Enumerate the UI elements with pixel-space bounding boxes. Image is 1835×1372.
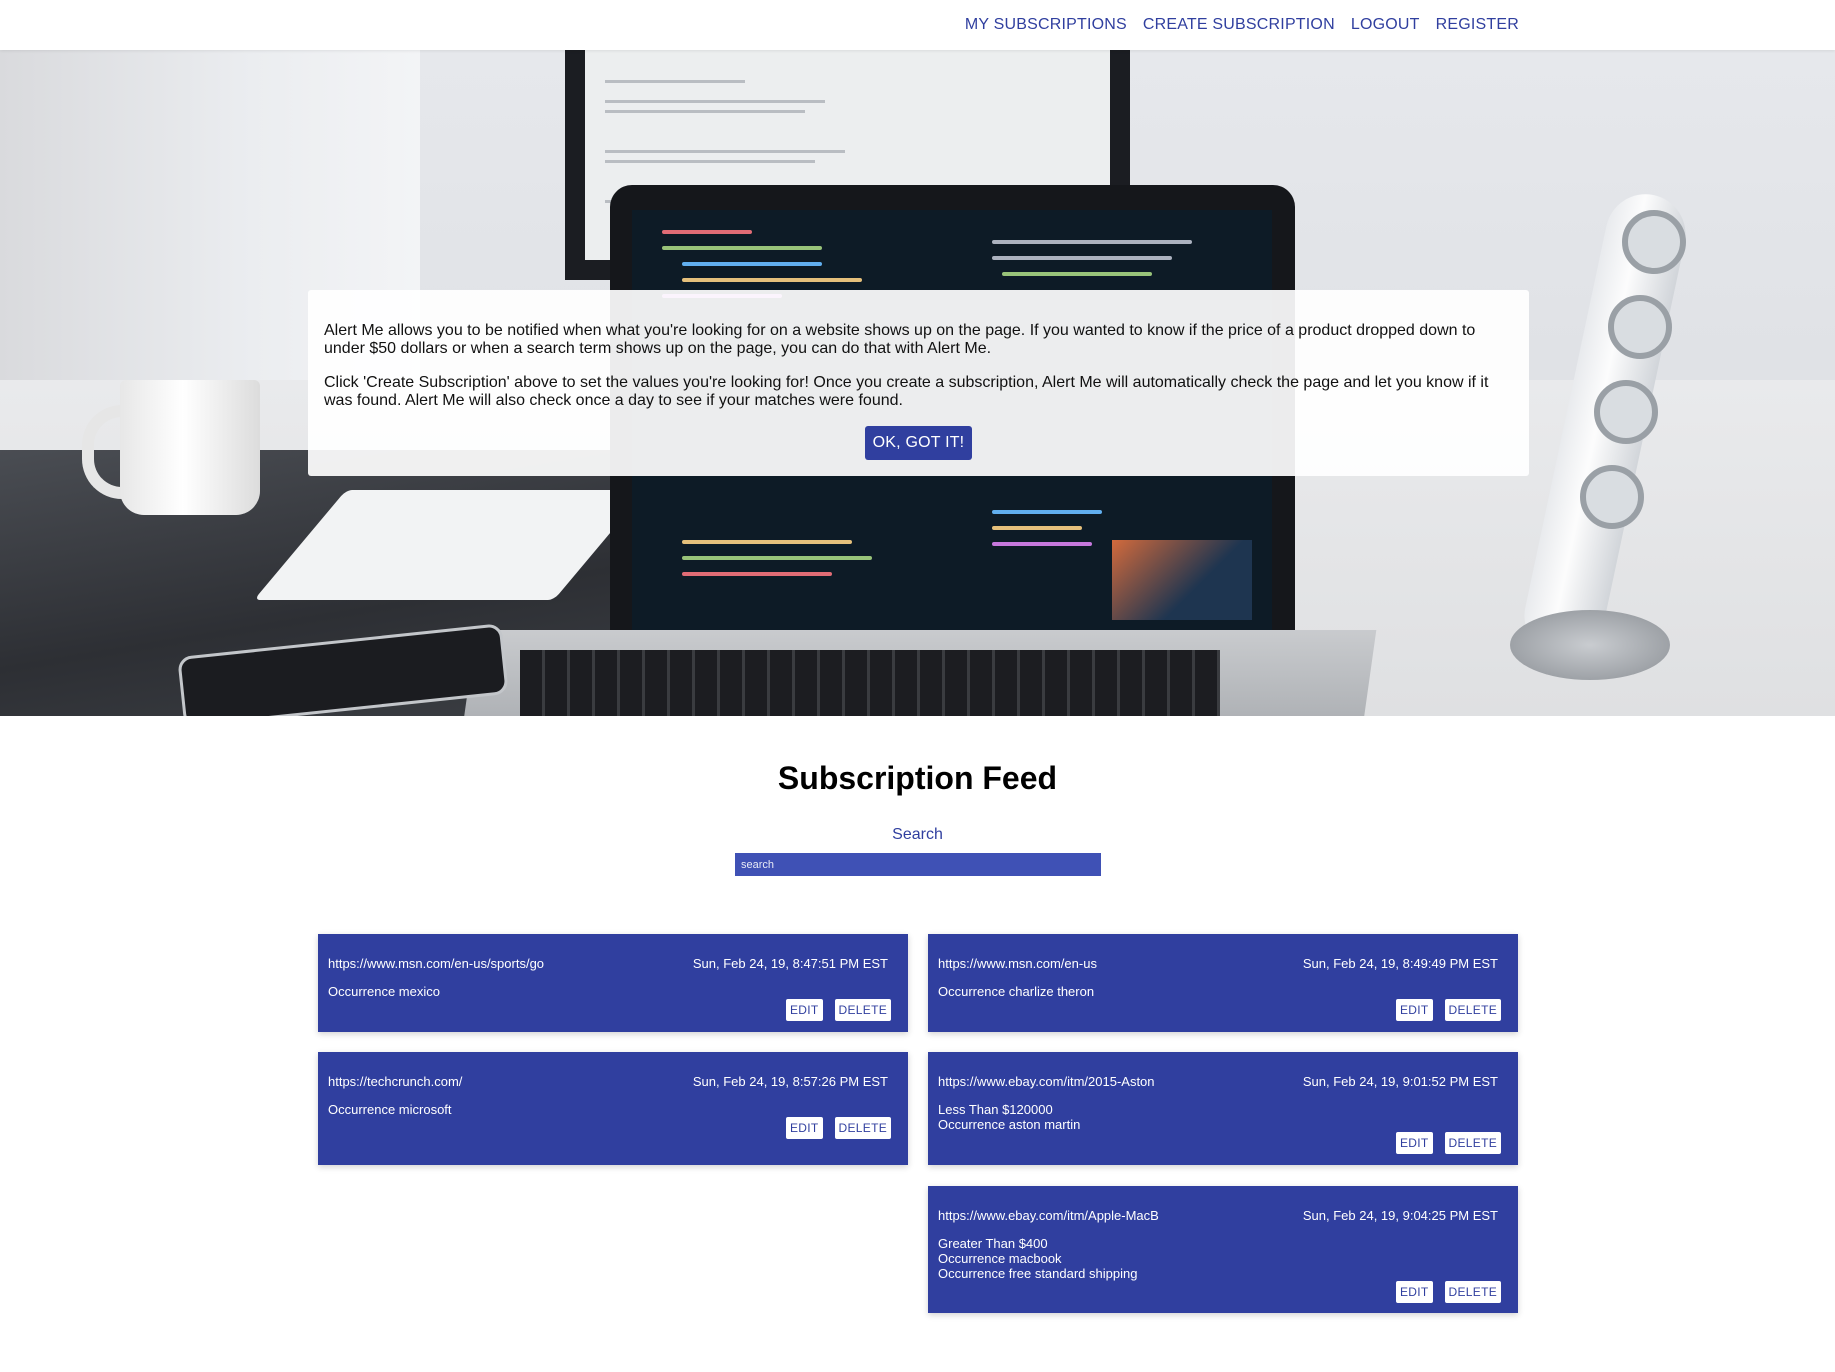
card-actions: EDIT DELETE	[328, 999, 891, 1021]
speaker-ring	[1594, 380, 1658, 444]
code-line	[992, 510, 1102, 514]
intro-paragraph-1: Alert Me allows you to be notified when …	[324, 322, 1476, 357]
doc-line	[605, 80, 745, 83]
code-line	[1002, 272, 1152, 276]
speaker-ring	[1608, 295, 1672, 359]
card-criteria-line: Occurrence mexico	[328, 984, 440, 999]
edit-button[interactable]: EDIT	[1395, 1281, 1433, 1303]
code-line	[682, 262, 822, 266]
card-url: https://www.ebay.com/itm/Apple-MacB	[938, 1208, 1159, 1223]
intro-paragraph-2: Click 'Create Subscription' above to set…	[324, 374, 1489, 409]
card-url: https://www.ebay.com/itm/2015-Aston	[938, 1074, 1155, 1089]
ok-got-it-button[interactable]: OK, GOT IT!	[864, 426, 973, 460]
code-line	[682, 556, 872, 560]
delete-button[interactable]: DELETE	[834, 999, 891, 1021]
card-criteria: Greater Than $400 Occurrence macbook Occ…	[938, 1236, 1508, 1281]
hero-mug	[120, 380, 260, 515]
delete-button[interactable]: DELETE	[834, 1117, 891, 1139]
code-line	[682, 572, 832, 576]
card-actions: EDIT DELETE	[328, 1117, 891, 1139]
code-line	[992, 542, 1092, 546]
code-line	[662, 246, 822, 250]
doc-line	[605, 100, 825, 103]
delete-button[interactable]: DELETE	[1444, 1281, 1501, 1303]
delete-button[interactable]: DELETE	[1444, 999, 1501, 1021]
card-header: https://www.msn.com/en-us/sports/go Sun,…	[328, 956, 898, 972]
edit-button[interactable]: EDIT	[1395, 999, 1433, 1021]
code-line	[992, 526, 1082, 530]
doc-line	[605, 160, 815, 163]
card-criteria: Occurrence microsoft	[328, 1102, 898, 1117]
card-header: https://techcrunch.com/ Sun, Feb 24, 19,…	[328, 1074, 898, 1090]
subscription-card: https://techcrunch.com/ Sun, Feb 24, 19,…	[318, 1052, 908, 1165]
card-criteria-line: Occurrence free standard shipping	[938, 1266, 1138, 1281]
nav-my-subscriptions-link[interactable]: MY SUBSCRIPTIONS	[965, 16, 1127, 34]
code-line	[992, 256, 1172, 260]
subscription-card: https://www.ebay.com/itm/Apple-MacB Sun,…	[928, 1186, 1518, 1313]
card-header: https://www.ebay.com/itm/2015-Aston Sun,…	[938, 1074, 1508, 1090]
card-criteria-line: Occurrence macbook	[938, 1251, 1062, 1266]
nav-create-subscription-link[interactable]: CREATE SUBSCRIPTION	[1143, 16, 1335, 34]
intro-button-wrap: OK, GOT IT!	[324, 426, 1513, 460]
card-criteria-line: Occurrence aston martin	[938, 1117, 1081, 1132]
subscription-card: https://www.msn.com/en-us/sports/go Sun,…	[318, 934, 908, 1032]
nav-logout-link[interactable]: LOGOUT	[1351, 16, 1420, 34]
code-line	[682, 540, 852, 544]
card-criteria: Less Than $120000 Occurrence aston marti…	[938, 1102, 1508, 1132]
search-label: Search	[892, 826, 943, 843]
card-actions: EDIT DELETE	[938, 999, 1501, 1021]
card-criteria: Occurrence mexico	[328, 984, 898, 999]
hero-laptop-keys	[520, 650, 1220, 716]
subscription-card: https://www.msn.com/en-us Sun, Feb 24, 1…	[928, 934, 1518, 1032]
delete-button[interactable]: DELETE	[1444, 1132, 1501, 1154]
card-actions: EDIT DELETE	[938, 1132, 1501, 1154]
code-line	[992, 240, 1192, 244]
page-title: Subscription Feed	[777, 760, 1058, 796]
edit-button[interactable]: EDIT	[785, 999, 823, 1021]
intro-card: Alert Me allows you to be notified when …	[308, 290, 1529, 476]
top-navbar: MY SUBSCRIPTIONS CREATE SUBSCRIPTION LOG…	[0, 0, 1835, 50]
card-url: https://www.msn.com/en-us/sports/go	[328, 956, 545, 971]
card-actions: EDIT DELETE	[938, 1281, 1501, 1303]
card-date: Sun, Feb 24, 19, 8:47:51 PM EST	[692, 956, 888, 971]
doc-line	[605, 110, 805, 113]
subscription-card: https://www.ebay.com/itm/2015-Aston Sun,…	[928, 1052, 1518, 1165]
card-date: Sun, Feb 24, 19, 8:49:49 PM EST	[1302, 956, 1498, 971]
edit-button[interactable]: EDIT	[1395, 1132, 1433, 1154]
card-criteria: Occurrence charlize theron	[938, 984, 1508, 999]
code-line	[662, 230, 752, 234]
doc-line	[605, 150, 845, 153]
card-criteria-line: Occurrence microsoft	[328, 1102, 452, 1117]
card-header: https://www.ebay.com/itm/Apple-MacB Sun,…	[938, 1208, 1508, 1224]
nav-links: MY SUBSCRIPTIONS CREATE SUBSCRIPTION LOG…	[965, 16, 1519, 34]
speaker-ring	[1580, 465, 1644, 529]
card-date: Sun, Feb 24, 19, 9:04:25 PM EST	[1302, 1208, 1498, 1223]
nav-register-link[interactable]: REGISTER	[1436, 16, 1519, 34]
edit-button[interactable]: EDIT	[785, 1117, 823, 1139]
card-criteria-line: Occurrence charlize theron	[938, 984, 1095, 999]
speaker-ring	[1622, 210, 1686, 274]
wallpaper-art	[1112, 540, 1252, 620]
hero-speaker-base	[1510, 610, 1670, 680]
card-url: https://www.msn.com/en-us	[938, 956, 1097, 971]
card-header: https://www.msn.com/en-us Sun, Feb 24, 1…	[938, 956, 1508, 972]
card-criteria-line: Greater Than $400	[938, 1236, 1048, 1251]
card-date: Sun, Feb 24, 19, 8:57:26 PM EST	[692, 1074, 888, 1089]
card-url: https://techcrunch.com/	[328, 1074, 463, 1089]
card-criteria-line: Less Than $120000	[938, 1102, 1053, 1117]
code-line	[682, 278, 862, 282]
search-input[interactable]	[735, 853, 1101, 876]
card-date: Sun, Feb 24, 19, 9:01:52 PM EST	[1302, 1074, 1498, 1089]
